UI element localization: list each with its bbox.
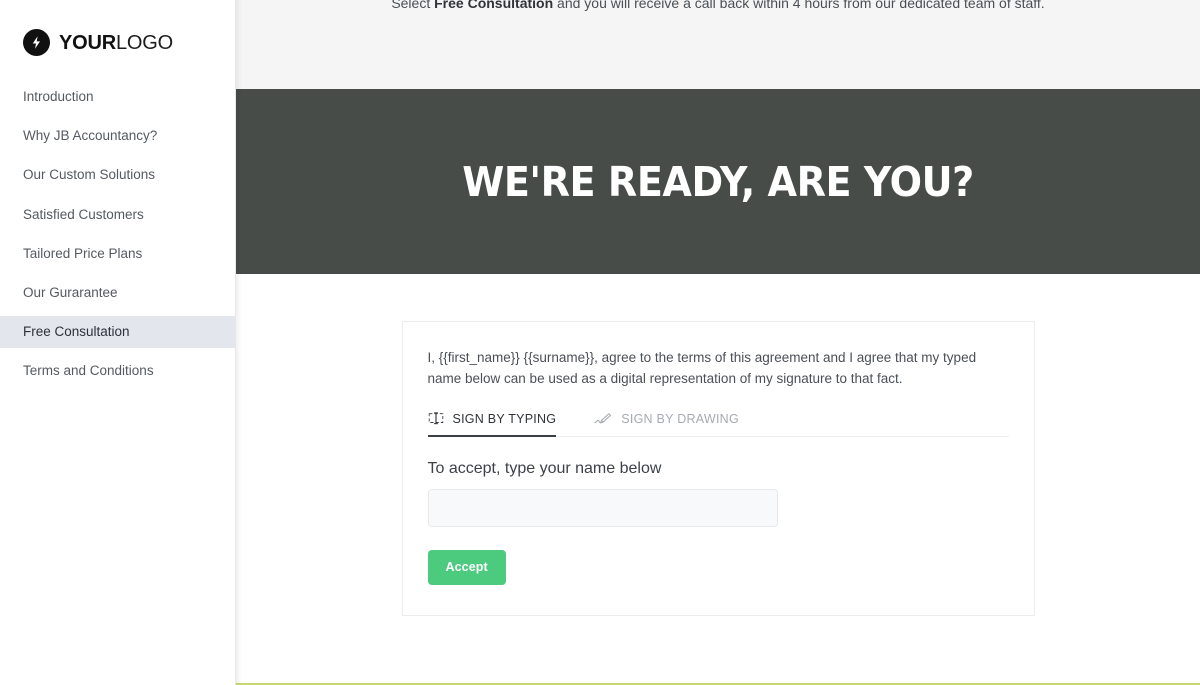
sidebar: YOURLOGO Introduction Why JB Accountancy… xyxy=(0,0,236,685)
intro-suffix: and you will receive a call back within … xyxy=(553,0,1045,11)
sidebar-item-introduction[interactable]: Introduction xyxy=(0,81,235,113)
logo-text-bold: YOUR xyxy=(59,31,116,54)
intro-emphasis: Free Consultation xyxy=(434,0,554,11)
sidebar-nav: Introduction Why JB Accountancy? Our Cus… xyxy=(0,81,235,388)
tab-sign-by-drawing[interactable]: SIGN BY DRAWING xyxy=(594,412,739,437)
logo[interactable]: YOURLOGO xyxy=(0,0,235,58)
hero-banner: WE'RE READY, ARE YOU? xyxy=(236,89,1200,274)
sidebar-item-our-custom-solutions[interactable]: Our Custom Solutions xyxy=(0,159,235,191)
intro-prefix: Select xyxy=(391,0,435,11)
hero-title: WE'RE READY, ARE YOU? xyxy=(462,157,974,206)
type-cursor-icon xyxy=(428,411,444,426)
main-content: Select Free Consultation and you will re… xyxy=(236,0,1200,685)
sidebar-item-free-consultation[interactable]: Free Consultation xyxy=(0,316,235,349)
sidebar-item-satisfied-customers[interactable]: Satisfied Customers xyxy=(0,199,235,231)
sidebar-item-our-gurarantee[interactable]: Our Gurarantee xyxy=(0,277,235,309)
signature-tabs: SIGN BY TYPING SIGN BY DRAWING xyxy=(427,410,1009,438)
tab-sign-by-typing-label: SIGN BY TYPING xyxy=(452,411,557,426)
pen-signature-icon xyxy=(594,412,612,426)
card-area: I, {{first_name}} {{surname}}, agree to … xyxy=(236,274,1200,685)
signature-name-input[interactable] xyxy=(427,489,778,528)
proposal-page: YOURLOGO Introduction Why JB Accountancy… xyxy=(0,0,1200,685)
intro-band: Select Free Consultation and you will re… xyxy=(236,0,1200,89)
intro-paragraph: Select Free Consultation and you will re… xyxy=(236,0,1200,13)
lightning-bolt-icon xyxy=(23,29,50,56)
signature-card: I, {{first_name}} {{surname}}, agree to … xyxy=(401,321,1035,616)
logo-text-light: LOGO xyxy=(115,31,173,54)
name-field-label: To accept, type your name below xyxy=(427,460,662,478)
sidebar-item-terms-and-conditions[interactable]: Terms and Conditions xyxy=(0,355,235,387)
accept-button[interactable]: Accept xyxy=(427,550,506,585)
sidebar-item-tailored-price-plans[interactable]: Tailored Price Plans xyxy=(0,238,235,270)
tab-sign-by-drawing-label: SIGN BY DRAWING xyxy=(621,412,739,427)
agreement-text: I, {{first_name}} {{surname}}, agree to … xyxy=(427,350,977,386)
logo-text: YOURLOGO xyxy=(59,33,173,53)
tab-sign-by-typing[interactable]: SIGN BY TYPING xyxy=(427,411,557,438)
sidebar-item-why-jb-accountancy[interactable]: Why JB Accountancy? xyxy=(0,120,235,152)
